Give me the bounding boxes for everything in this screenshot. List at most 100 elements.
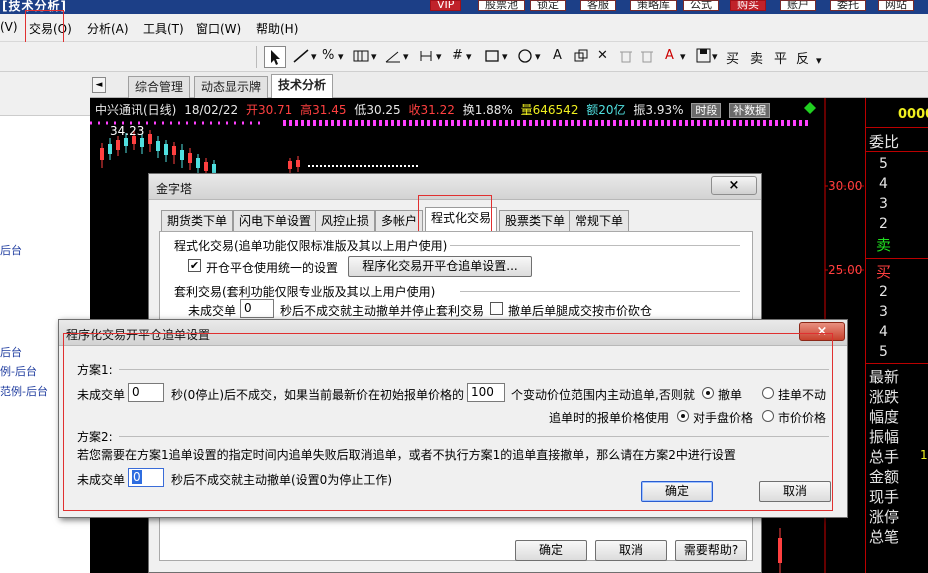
vip-button[interactable]: VIP bbox=[430, 0, 462, 11]
dropdown-icon[interactable]: ▾ bbox=[371, 50, 377, 63]
leg-close-checkbox[interactable] bbox=[490, 302, 503, 315]
tab-flash-order[interactable]: 闪电下单设置 bbox=[233, 210, 318, 232]
price-type-label: 追单时的报单价格使用 bbox=[549, 411, 670, 425]
cancel-button[interactable]: 取消 bbox=[595, 540, 667, 561]
unified-settings-checkbox[interactable]: ✔ bbox=[188, 259, 201, 272]
help-button[interactable]: 需要帮助? bbox=[675, 540, 747, 561]
stock-low: 低30.25 bbox=[354, 103, 401, 117]
line-icon[interactable] bbox=[292, 48, 310, 68]
close-button[interactable]: × bbox=[711, 176, 757, 195]
website-button[interactable]: 网站 bbox=[878, 0, 914, 11]
arbitrage-desc: 秒后不成交就主动撤单并停止套利交易 bbox=[280, 304, 485, 318]
menu-window[interactable]: 窗口(W) bbox=[196, 20, 241, 37]
tab-technical-analysis[interactable]: 技术分析 bbox=[271, 74, 334, 98]
account-button[interactable]: 账户 bbox=[780, 0, 816, 11]
tab-stock-order[interactable]: 股票类下单 bbox=[499, 210, 572, 232]
dropdown-icon[interactable]: ▾ bbox=[466, 50, 472, 63]
entrust-button[interactable]: 委托 bbox=[830, 0, 866, 11]
delete-icon[interactable]: ✕ bbox=[597, 48, 608, 63]
cancel-button[interactable]: 取消 bbox=[759, 481, 831, 502]
group-line bbox=[119, 436, 829, 437]
parallel-lines-icon[interactable] bbox=[352, 48, 370, 68]
tab-futures-order[interactable]: 期货类下单 bbox=[161, 210, 234, 232]
radio-opponent-price[interactable] bbox=[677, 410, 689, 422]
menu-help[interactable]: 帮助(H) bbox=[256, 20, 298, 37]
radio-market-price[interactable] bbox=[762, 410, 774, 422]
menu-tools[interactable]: 工具(T) bbox=[143, 20, 184, 37]
radio-cancel-label: 撤单 bbox=[718, 388, 743, 402]
fill-data-chip[interactable]: 补数据 bbox=[729, 103, 771, 118]
stock-pool-button[interactable]: 股票池 bbox=[478, 0, 525, 11]
save-icon[interactable] bbox=[696, 48, 711, 67]
toolbar-buy[interactable]: 买 bbox=[726, 48, 739, 67]
p1-unfilled-label: 未成交单 bbox=[77, 388, 126, 402]
fibonacci-icon[interactable] bbox=[417, 48, 435, 68]
arbitrage-seconds-input[interactable]: 0 bbox=[240, 299, 274, 318]
dropdown-icon[interactable]: ▾ bbox=[311, 50, 317, 63]
plan1-label: 方案1: bbox=[77, 363, 113, 377]
dropdown-icon[interactable]: ▾ bbox=[403, 50, 409, 63]
lock-button[interactable]: 锁定 bbox=[530, 0, 566, 11]
formula-button[interactable]: 公式 bbox=[683, 0, 719, 11]
dropdown-icon[interactable]: ▾ bbox=[436, 50, 442, 63]
stat-label: 振幅 bbox=[869, 428, 900, 446]
angle-icon[interactable] bbox=[384, 48, 402, 68]
group-line bbox=[119, 369, 829, 370]
text-icon[interactable]: A bbox=[553, 48, 562, 63]
toolbar-reverse[interactable]: 反 bbox=[796, 48, 809, 67]
radio-hold[interactable] bbox=[762, 387, 774, 399]
dropdown-icon[interactable]: ▾ bbox=[712, 50, 718, 63]
leg-close-label: 撤单后单腿成交按市价砍仓 bbox=[508, 304, 653, 318]
tab-dynamic-board[interactable]: 动态显示牌 bbox=[194, 76, 269, 98]
menu-view[interactable]: (V) bbox=[0, 20, 18, 34]
dropdown-icon[interactable]: ▾ bbox=[680, 50, 686, 63]
title-bar: [技术分析] VIP 股票池 锁定 客服 策略库 公式 购买 账户 委托 网站 bbox=[0, 0, 928, 14]
stat-label: 总手 bbox=[869, 448, 900, 466]
toolbar-sell[interactable]: 卖 bbox=[750, 48, 763, 67]
circle-icon[interactable] bbox=[517, 48, 533, 68]
service-button[interactable]: 客服 bbox=[580, 0, 616, 11]
tab-normal-order[interactable]: 常规下单 bbox=[569, 210, 630, 232]
sidebar-item[interactable]: 后台 bbox=[0, 242, 22, 258]
dropdown-icon[interactable]: ▾ bbox=[535, 50, 541, 63]
stat-label: 涨停 bbox=[869, 508, 900, 526]
rectangle-icon[interactable] bbox=[484, 48, 500, 68]
p1-ticks-input[interactable]: 100 bbox=[467, 383, 505, 402]
stock-name: 中兴通讯(日线) bbox=[95, 103, 177, 117]
tab-multi-account[interactable]: 多帐户 bbox=[375, 210, 424, 232]
toolbar-close[interactable]: 平 bbox=[774, 48, 787, 67]
trash-icon[interactable] bbox=[619, 48, 633, 68]
period-chip[interactable]: 时段 bbox=[691, 103, 722, 118]
grid-icon[interactable]: # bbox=[452, 48, 463, 63]
price-label: 30.00 bbox=[828, 179, 863, 193]
tab-risk-stop[interactable]: 风控止损 bbox=[315, 210, 376, 232]
trash-all-icon[interactable] bbox=[640, 48, 654, 68]
p1-seconds-input[interactable]: 0 bbox=[128, 383, 164, 402]
ok-button[interactable]: 确定 bbox=[641, 481, 713, 502]
chase-order-settings-dialog: 程序化交易开平仓追单设置 × 方案1: 未成交单 0 秒(0停止)后不成交，如果… bbox=[58, 319, 848, 518]
p2-seconds-input[interactable]: 0 bbox=[128, 468, 164, 487]
radio-opponent-label: 对手盘价格 bbox=[693, 411, 754, 425]
dropdown-icon[interactable]: ▾ bbox=[816, 54, 822, 67]
sidebar-item[interactable]: 例-后台 bbox=[0, 363, 37, 379]
tab-general-management[interactable]: 综合管理 bbox=[128, 76, 191, 98]
color-icon[interactable]: A bbox=[665, 48, 674, 63]
chase-settings-button[interactable]: 程序化交易开平仓追单设置... bbox=[348, 256, 532, 277]
ok-button[interactable]: 确定 bbox=[515, 540, 587, 561]
stat-label: 幅度 bbox=[869, 408, 900, 426]
tab-scroll-left-icon[interactable]: ◄ bbox=[92, 77, 106, 93]
buy-button[interactable]: 购买 bbox=[730, 0, 766, 11]
percent-icon[interactable]: % bbox=[322, 48, 334, 63]
sidebar-item[interactable]: 范例-后台 bbox=[0, 383, 48, 399]
dropdown-icon[interactable]: ▾ bbox=[338, 50, 344, 63]
cursor-icon[interactable] bbox=[264, 46, 286, 68]
sidebar-item[interactable]: 后台 bbox=[0, 344, 22, 360]
dropdown-icon[interactable]: ▾ bbox=[502, 50, 508, 63]
p1-desc: 秒(0停止)后不成交，如果当前最新价在初始报单价格的 bbox=[171, 388, 465, 402]
radio-cancel[interactable] bbox=[702, 387, 714, 399]
strategy-button[interactable]: 策略库 bbox=[630, 0, 677, 11]
menu-analysis[interactable]: 分析(A) bbox=[87, 20, 129, 37]
copy-icon[interactable] bbox=[573, 48, 589, 68]
toolbar-separator bbox=[256, 46, 257, 68]
sell-label: 卖 bbox=[876, 236, 892, 254]
